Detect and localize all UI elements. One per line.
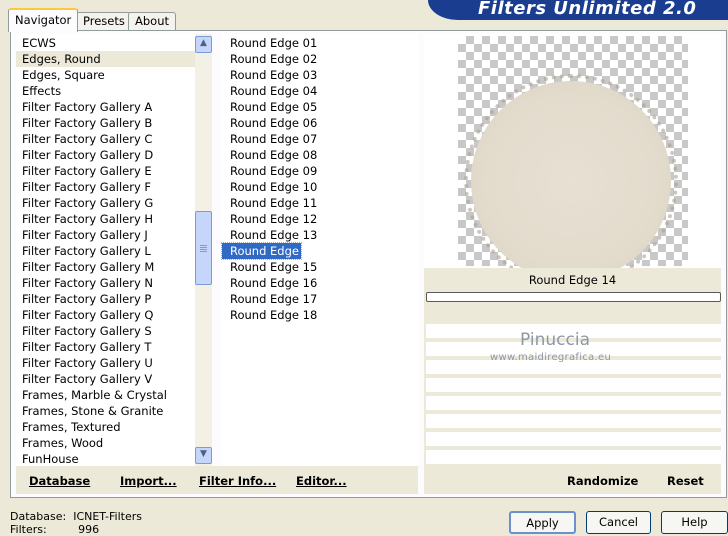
category-item[interactable]: Effects [16,83,196,99]
filter-item[interactable]: Round Edge 11 [222,195,418,211]
tab-about[interactable]: About [128,12,177,30]
filter-item[interactable]: Round Edge 03 [222,67,418,83]
import-button[interactable]: Import... [120,474,177,488]
category-item[interactable]: Edges, Square [16,67,196,83]
category-item[interactable]: Filter Factory Gallery M [16,259,196,275]
filter-item[interactable]: Round Edge 12 [222,211,418,227]
tab-presets[interactable]: Presets [76,12,132,30]
filter-item[interactable]: Round Edge 02 [222,51,418,67]
filter-info-button[interactable]: Filter Info... [199,474,276,488]
category-item[interactable]: Filter Factory Gallery S [16,323,196,339]
category-list[interactable]: ECWS Edges, Round Edges, Square Effects Filt… [16,34,196,466]
filter-item[interactable]: Round Edge 10 [222,179,418,195]
category-item[interactable]: Filter Factory Gallery Q [16,307,196,323]
filter-item[interactable]: Round Edge 17 [222,291,418,307]
database-label: Database: [10,510,67,523]
watermark-name: Pinuccia [520,330,590,350]
category-item[interactable]: Filter Factory Gallery B [16,115,196,131]
status-info: Database: ICNET-Filters Filters: 996 [10,510,142,536]
category-item[interactable]: Frames, Wood [16,435,196,451]
empty-control-row [426,396,721,410]
filter-item[interactable]: Round Edge 07 [222,131,418,147]
help-button[interactable]: Help [661,511,728,534]
database-button[interactable]: Database [29,474,90,488]
category-item[interactable]: ECWS [16,35,196,51]
category-item[interactable]: Filter Factory Gallery D [16,147,196,163]
category-item[interactable]: FunHouse [16,451,196,466]
category-scrollbar[interactable]: ▲ ▼ [195,34,212,466]
empty-control-row [426,432,721,446]
filter-item[interactable]: Round Edge 13 [222,227,418,243]
apply-button[interactable]: Apply [509,511,576,534]
category-item[interactable]: Edges, Round [16,51,196,67]
category-item[interactable]: Filter Factory Gallery H [16,211,196,227]
randomize-button[interactable]: Randomize [567,474,638,488]
category-item[interactable]: Frames, Marble & Crystal [16,387,196,403]
scroll-thumb[interactable] [195,211,212,285]
tab-bar: Navigator Presets About [0,0,430,32]
filter-item[interactable]: Round Edge 08 [222,147,418,163]
filter-item[interactable]: Round Edge 14 [221,242,317,260]
filter-controls: Round Edge 14 Pinuccia www.maidiregrafic… [424,268,721,494]
category-item[interactable]: Filter Factory Gallery L [16,243,196,259]
category-item[interactable]: Filter Factory Gallery A [16,99,196,115]
preview-area [424,34,721,288]
category-item[interactable]: Filter Factory Gallery N [16,275,196,291]
reset-button[interactable]: Reset [667,474,704,488]
category-item[interactable]: Filter Factory Gallery C [16,131,196,147]
empty-control-row [426,378,721,392]
category-item[interactable]: Filter Factory Gallery F [16,179,196,195]
database-value: ICNET-Filters [73,510,142,523]
preview-image [471,81,671,281]
category-item[interactable]: Filter Factory Gallery G [16,195,196,211]
editor-button[interactable]: Editor... [296,474,347,488]
app-title: Filters Unlimited 2.0 [478,0,697,19]
category-item[interactable]: Frames, Textured [16,419,196,435]
category-item[interactable]: Filter Factory Gallery E [16,163,196,179]
category-item[interactable]: Filter Factory Gallery P [16,291,196,307]
filters-count: 996 [78,523,100,536]
category-item[interactable]: Filter Factory Gallery U [16,355,196,371]
empty-control-row [426,450,721,464]
filter-item[interactable]: Round Edge 05 [222,99,418,115]
navigator-toolbar: Database Import... Filter Info... Editor… [16,466,418,494]
cancel-button[interactable]: Cancel [586,511,651,534]
filter-name-label: Round Edge 14 [528,273,617,287]
filter-list[interactable]: Round Edge 01 Round Edge 02 Round Edge 03 R… [221,34,418,466]
filter-item[interactable]: Round Edge 16 [222,275,418,291]
category-item[interactable]: Frames, Stone & Granite [16,403,196,419]
filter-item[interactable]: Round Edge 15 [222,259,418,275]
filter-slider[interactable] [426,292,721,302]
tab-navigator[interactable]: Navigator [8,8,79,32]
filter-item[interactable]: Round Edge 18 [222,307,418,323]
scroll-up-button[interactable]: ▲ [195,36,212,53]
filter-item[interactable]: Round Edge 06 [222,115,418,131]
category-item[interactable]: Filter Factory Gallery T [16,339,196,355]
title-banner: Filters Unlimited 2.0 [428,0,728,20]
filter-item[interactable]: Round Edge 01 [222,35,418,51]
empty-control-row [426,414,721,428]
filter-item[interactable]: Round Edge 09 [222,163,418,179]
category-item[interactable]: Filter Factory Gallery J [16,227,196,243]
watermark-url: www.maidiregrafica.eu [490,352,612,363]
scroll-down-button[interactable]: ▼ [195,447,212,464]
filter-item[interactable]: Round Edge 04 [222,83,418,99]
filters-label: Filters: [10,523,47,536]
category-item[interactable]: Filter Factory Gallery V [16,371,196,387]
